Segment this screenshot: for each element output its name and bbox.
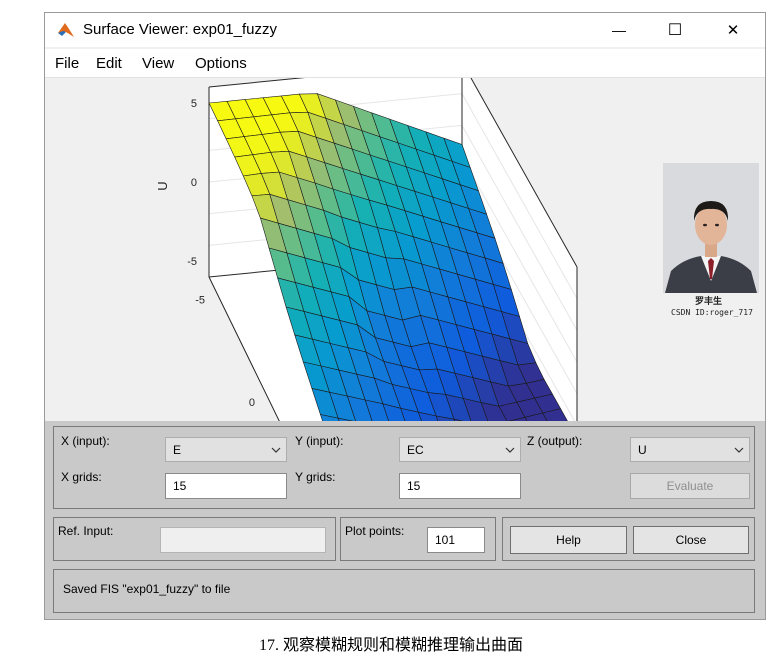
buttons-group: Help Close — [502, 517, 755, 561]
z-output-label: Z (output): — [527, 434, 583, 448]
close-button[interactable]: Close — [633, 526, 749, 554]
menu-file[interactable]: File — [55, 55, 79, 72]
x-input-select[interactable]: E — [165, 437, 287, 462]
z-tick-label: 5 — [191, 98, 197, 110]
minimize-button[interactable]: — — [603, 19, 635, 41]
y-input-select[interactable]: EC — [399, 437, 521, 462]
status-text: Saved FIS "exp01_fuzzy" to file — [63, 582, 231, 596]
maximize-button[interactable]: ☐ — [659, 19, 691, 41]
z-axis-label: U — [155, 181, 170, 190]
menu-bar: File Edit View Options — [45, 49, 765, 78]
close-icon: ✕ — [726, 22, 740, 39]
x-grids-label: X grids: — [61, 470, 102, 484]
close-window-button[interactable]: ✕ — [717, 19, 749, 41]
menu-view[interactable]: View — [142, 55, 174, 72]
control-panel: X (input): E Y (input): EC Z (output): U… — [45, 421, 765, 619]
ref-input-label: Ref. Input: — [58, 524, 114, 538]
help-button[interactable]: Help — [510, 526, 627, 554]
evaluate-button[interactable]: Evaluate — [630, 473, 750, 499]
status-bar: Saved FIS "exp01_fuzzy" to file — [53, 569, 755, 613]
plot-points-input[interactable]: 101 — [427, 527, 485, 553]
z-output-select[interactable]: U — [630, 437, 750, 462]
surface-viewer-window: Surface Viewer: exp01_fuzzy — ☐ ✕ File E… — [44, 12, 766, 620]
ref-input-field[interactable] — [160, 527, 326, 553]
signature: 罗丰生 — [695, 297, 723, 307]
chevron-down-icon — [734, 447, 744, 453]
y-grids-label: Y grids: — [295, 470, 336, 484]
menu-edit[interactable]: Edit — [96, 55, 122, 72]
menu-options[interactable]: Options — [195, 55, 247, 72]
portrait-photo — [663, 163, 759, 298]
e-tick-label: -5 — [195, 295, 205, 307]
surface-plot-area[interactable]: 50-5U-505E-6-4-20246EC — [45, 61, 765, 544]
y-input-label: Y (input): — [295, 434, 344, 448]
z-tick-label: 0 — [191, 177, 197, 189]
matlab-icon — [58, 23, 74, 37]
ref-input-group: Ref. Input: — [53, 517, 336, 561]
axis-settings-group: X (input): E Y (input): EC Z (output): U… — [53, 426, 755, 509]
x-grids-input[interactable]: 15 — [165, 473, 287, 499]
maximize-icon: ☐ — [667, 22, 683, 39]
minimize-icon: — — [612, 22, 626, 38]
y-grids-input[interactable]: 15 — [399, 473, 521, 499]
surface-plot[interactable]: 50-5U-505E-6-4-20246EC — [45, 61, 765, 544]
plot-points-group: Plot points: 101 — [340, 517, 496, 561]
title-bar: Surface Viewer: exp01_fuzzy — ☐ ✕ — [45, 13, 765, 47]
window-title: Surface Viewer: exp01_fuzzy — [83, 21, 277, 38]
chevron-down-icon — [271, 447, 281, 453]
chevron-down-icon — [505, 447, 515, 453]
e-tick-label: 0 — [249, 397, 255, 409]
z-tick-label: -5 — [187, 256, 197, 268]
x-input-label: X (input): — [61, 434, 110, 448]
csdn-id-label: CSDN ID:roger_717 — [671, 308, 753, 317]
plot-points-label: Plot points: — [345, 524, 405, 538]
figure-caption: 17. 观察模糊规则和模糊推理输出曲面 — [258, 637, 523, 654]
